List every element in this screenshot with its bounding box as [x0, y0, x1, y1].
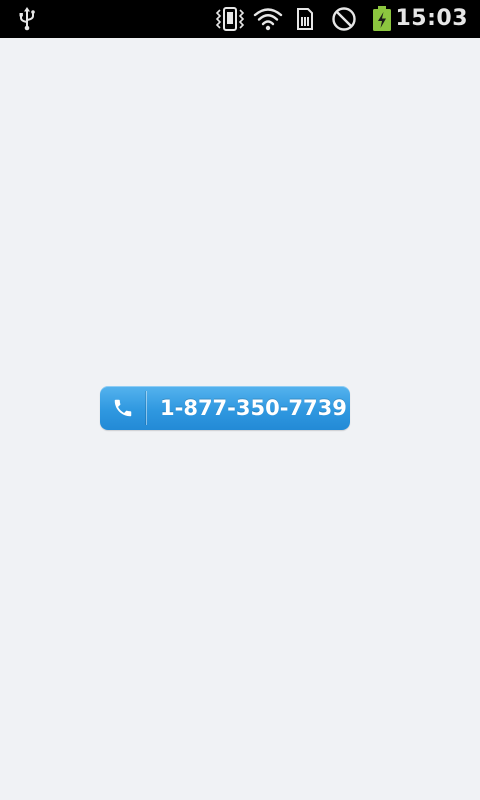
sim-card-icon [293, 6, 317, 32]
usb-icon [14, 6, 40, 32]
wifi-icon [252, 6, 284, 32]
main-content: 1-877-350-7739 [0, 38, 480, 800]
call-phone-button[interactable]: 1-877-350-7739 [100, 386, 350, 430]
phone-number-label: 1-877-350-7739 [160, 396, 347, 420]
no-signal-icon [330, 6, 358, 32]
status-bar: 15:03 [0, 0, 480, 38]
status-clock: 15:03 [395, 6, 468, 31]
vibrate-icon [214, 6, 246, 32]
battery-charging-icon [369, 6, 395, 32]
phone-icon [100, 386, 146, 430]
